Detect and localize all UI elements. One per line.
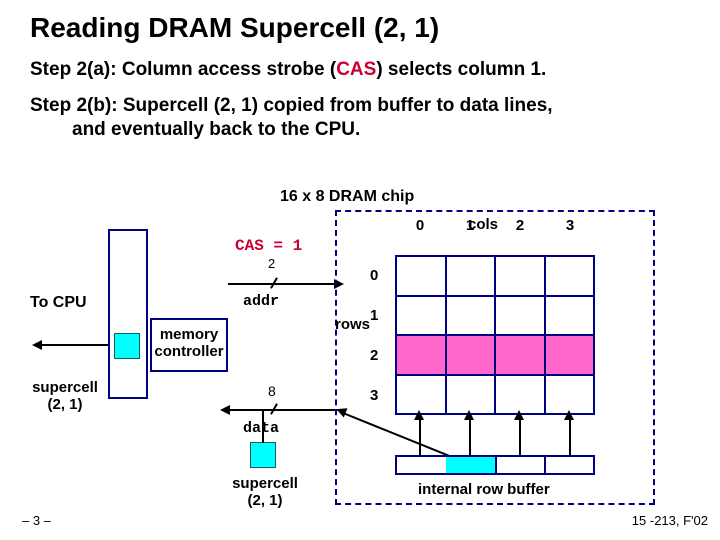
addr-label: addr bbox=[243, 293, 279, 310]
chip-title: 16 x 8 DRAM chip bbox=[280, 188, 414, 206]
slide-title: Reading DRAM Supercell (2, 1) bbox=[0, 0, 720, 52]
row-2: 2 bbox=[370, 335, 378, 375]
col-headers: 0 1 2 3 bbox=[395, 217, 595, 234]
row-headers: 0 1 2 3 bbox=[370, 255, 378, 415]
memory-controller: memory controller bbox=[150, 318, 228, 372]
grid-row-1 bbox=[396, 296, 594, 336]
selected-supercell bbox=[446, 335, 496, 375]
row-buffer bbox=[395, 455, 595, 475]
step-2b-line2: and eventually back to the CPU. bbox=[30, 118, 700, 142]
step-2a-prefix: Step 2(a): Column access strobe ( bbox=[30, 59, 336, 80]
step-2b: Step 2(b): Supercell (2, 1) copied from … bbox=[0, 88, 720, 148]
to-cpu-label: To CPU bbox=[30, 294, 87, 312]
col-1: 1 bbox=[445, 217, 495, 234]
step-2a-suffix: ) selects column 1. bbox=[376, 59, 546, 80]
row-1: 1 bbox=[370, 295, 378, 335]
grid-row-2 bbox=[396, 335, 594, 375]
memctrl-l1: memory bbox=[160, 326, 218, 343]
col-2: 2 bbox=[495, 217, 545, 234]
addr-width: 2 bbox=[268, 256, 275, 271]
data-drop bbox=[262, 409, 264, 443]
slide-number: – 3 – bbox=[22, 513, 51, 528]
arrow-data bbox=[220, 405, 230, 415]
cas-acronym: CAS bbox=[336, 59, 376, 80]
row-3: 3 bbox=[370, 375, 378, 415]
buf-wire-1 bbox=[469, 415, 471, 455]
buf-wire-3 bbox=[569, 415, 571, 455]
buf-wire-2 bbox=[519, 415, 521, 455]
data-wire bbox=[228, 409, 343, 411]
step-2a: Step 2(a): Column access strobe (CAS) se… bbox=[0, 52, 720, 88]
supercell-label-left: supercell (2, 1) bbox=[25, 379, 105, 414]
cpu-block bbox=[108, 229, 148, 399]
sc-l1: supercell bbox=[32, 379, 98, 396]
supercell-label-bottom: supercell (2, 1) bbox=[225, 475, 305, 510]
row-buffer-selected bbox=[446, 457, 495, 473]
wire-to-cpu bbox=[40, 344, 108, 346]
buf-arrow-0 bbox=[414, 410, 424, 420]
memctrl-l2: controller bbox=[154, 343, 223, 360]
col-0: 0 bbox=[395, 217, 445, 234]
step-2b-line1: Step 2(b): Supercell (2, 1) copied from … bbox=[30, 95, 553, 116]
sc2-l1: supercell bbox=[232, 475, 298, 492]
supercell-in-cpu bbox=[114, 333, 140, 359]
data-width: 8 bbox=[268, 383, 276, 399]
row-0: 0 bbox=[370, 255, 378, 295]
sc2-l2: (2, 1) bbox=[247, 492, 282, 509]
col-3: 3 bbox=[545, 217, 595, 234]
dram-grid bbox=[395, 255, 595, 415]
buf-arrow-3 bbox=[564, 410, 574, 420]
cas-value: CAS = 1 bbox=[235, 237, 302, 255]
grid-row-3 bbox=[396, 375, 594, 415]
supercell-on-bus bbox=[250, 442, 276, 468]
buf-arrow-1 bbox=[464, 410, 474, 420]
grid-row-0 bbox=[396, 256, 594, 296]
buf-arrow-2 bbox=[514, 410, 524, 420]
data-label: data bbox=[243, 420, 279, 437]
sc-l2: (2, 1) bbox=[47, 396, 82, 413]
buf-wire-0 bbox=[419, 415, 421, 455]
course-footer: 15 -213, F'02 bbox=[632, 513, 708, 528]
rows-label: rows bbox=[335, 316, 370, 333]
addr-wire bbox=[228, 283, 336, 285]
row-buffer-label: internal row buffer bbox=[418, 481, 550, 498]
